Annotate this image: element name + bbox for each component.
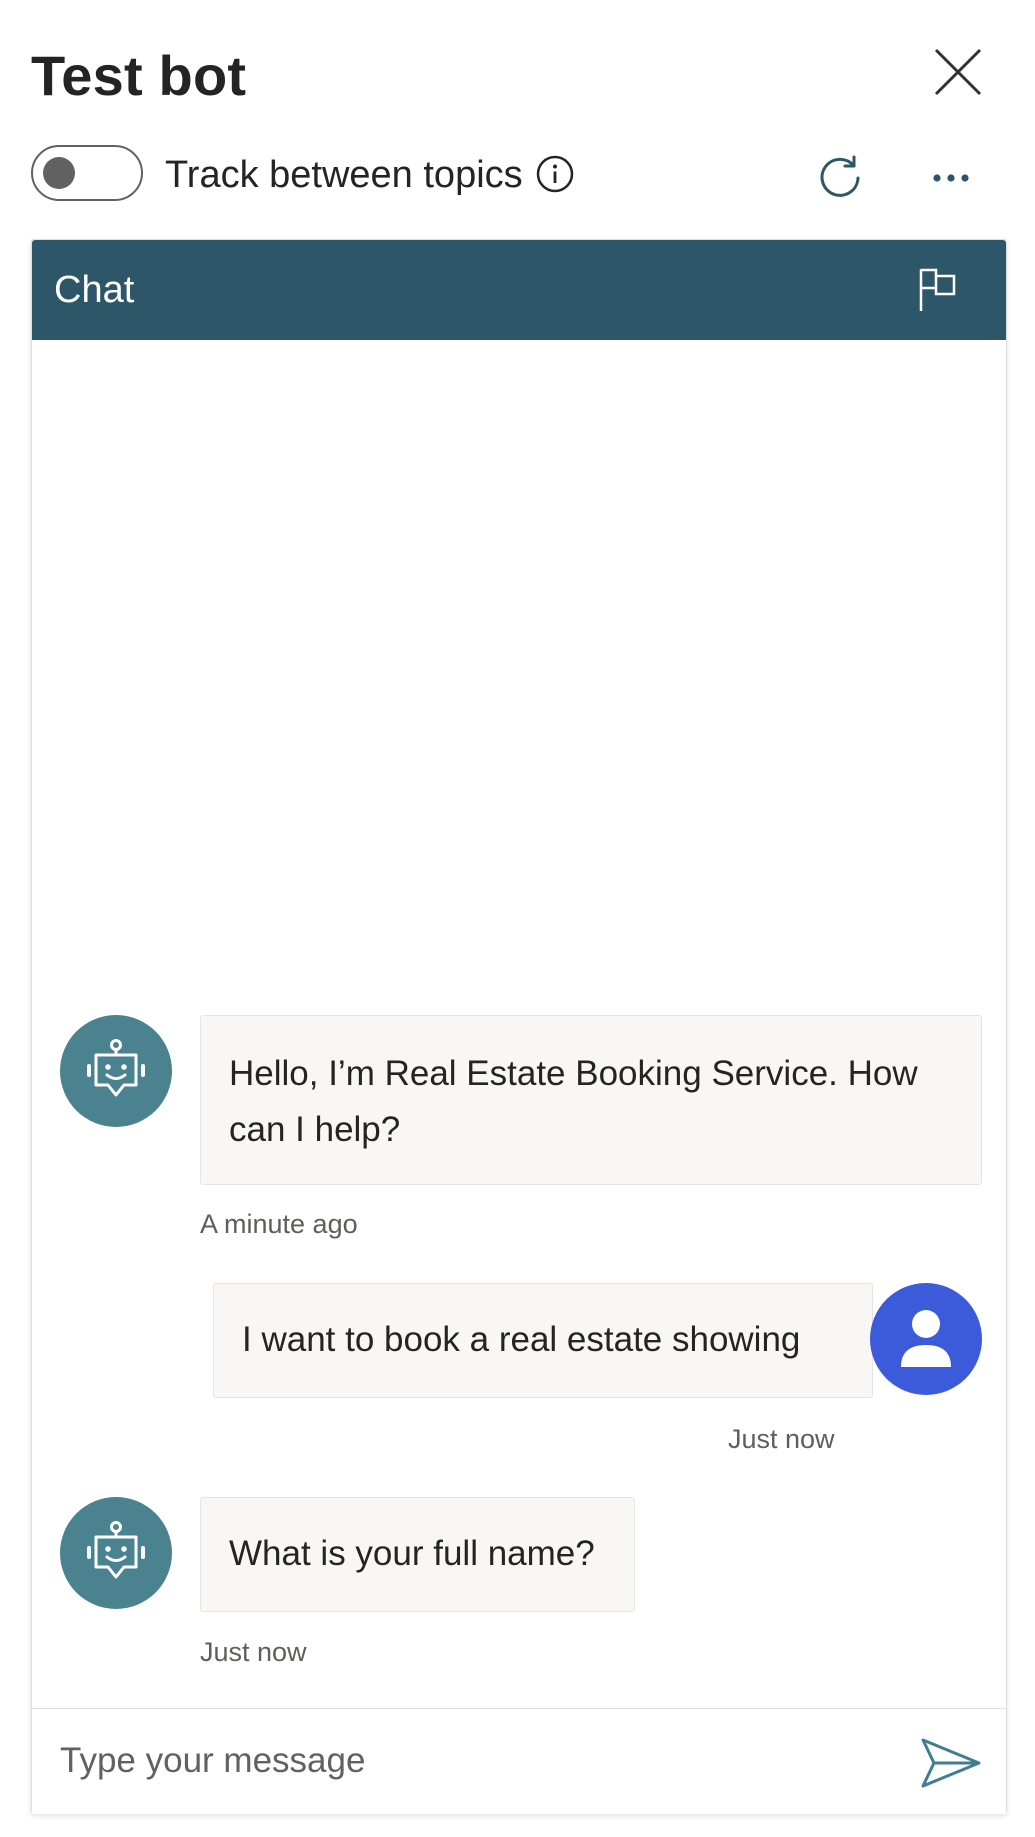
track-between-topics-toggle[interactable]: [31, 145, 143, 201]
message-timestamp: Just now: [200, 1637, 307, 1667]
more-options-icon: [933, 174, 969, 182]
bot-message-bubble: What is your full name?: [200, 1497, 635, 1612]
flag-button[interactable]: [916, 266, 960, 314]
more-options-button[interactable]: [926, 160, 976, 196]
send-button[interactable]: [920, 1735, 982, 1791]
close-button[interactable]: [930, 44, 986, 100]
close-icon: [934, 48, 982, 96]
message-timestamp: A minute ago: [200, 1209, 358, 1239]
chat-header: Chat: [32, 240, 1006, 340]
person-icon: [901, 1310, 951, 1367]
message-input[interactable]: [58, 1731, 908, 1791]
message-input-bar: [32, 1708, 1006, 1814]
refresh-icon: [820, 155, 860, 197]
user-message-bubble: I want to book a real estate showing: [213, 1283, 873, 1398]
toggle-knob: [43, 157, 75, 189]
message-text: What is your full name?: [229, 1534, 595, 1573]
panel-title: Test bot: [31, 44, 247, 107]
bot-avatar: [60, 1497, 172, 1609]
bot-avatar: [60, 1015, 172, 1127]
refresh-button[interactable]: [816, 154, 864, 202]
bot-message-bubble: Hello, I’m Real Estate Booking Service. …: [200, 1015, 982, 1185]
track-between-topics-label: Track between topics: [165, 154, 523, 196]
message-text: I want to book a real estate showing: [242, 1320, 801, 1359]
chat-title: Chat: [54, 269, 135, 311]
message-text: Hello, I’m Real Estate Booking Service. …: [229, 1054, 918, 1149]
message-timestamp: Just now: [728, 1424, 835, 1454]
bot-icon: [87, 1039, 145, 1097]
send-icon: [921, 1738, 981, 1788]
test-bot-panel: Test bot Track between topics Chat Hello…: [0, 0, 1035, 1837]
flag-icon: [919, 268, 956, 311]
chat-window: Chat Hello, I’m Real Estate Booking Serv…: [31, 239, 1007, 1814]
user-avatar: [870, 1283, 982, 1395]
bot-icon: [87, 1521, 145, 1579]
info-icon[interactable]: [536, 155, 574, 193]
